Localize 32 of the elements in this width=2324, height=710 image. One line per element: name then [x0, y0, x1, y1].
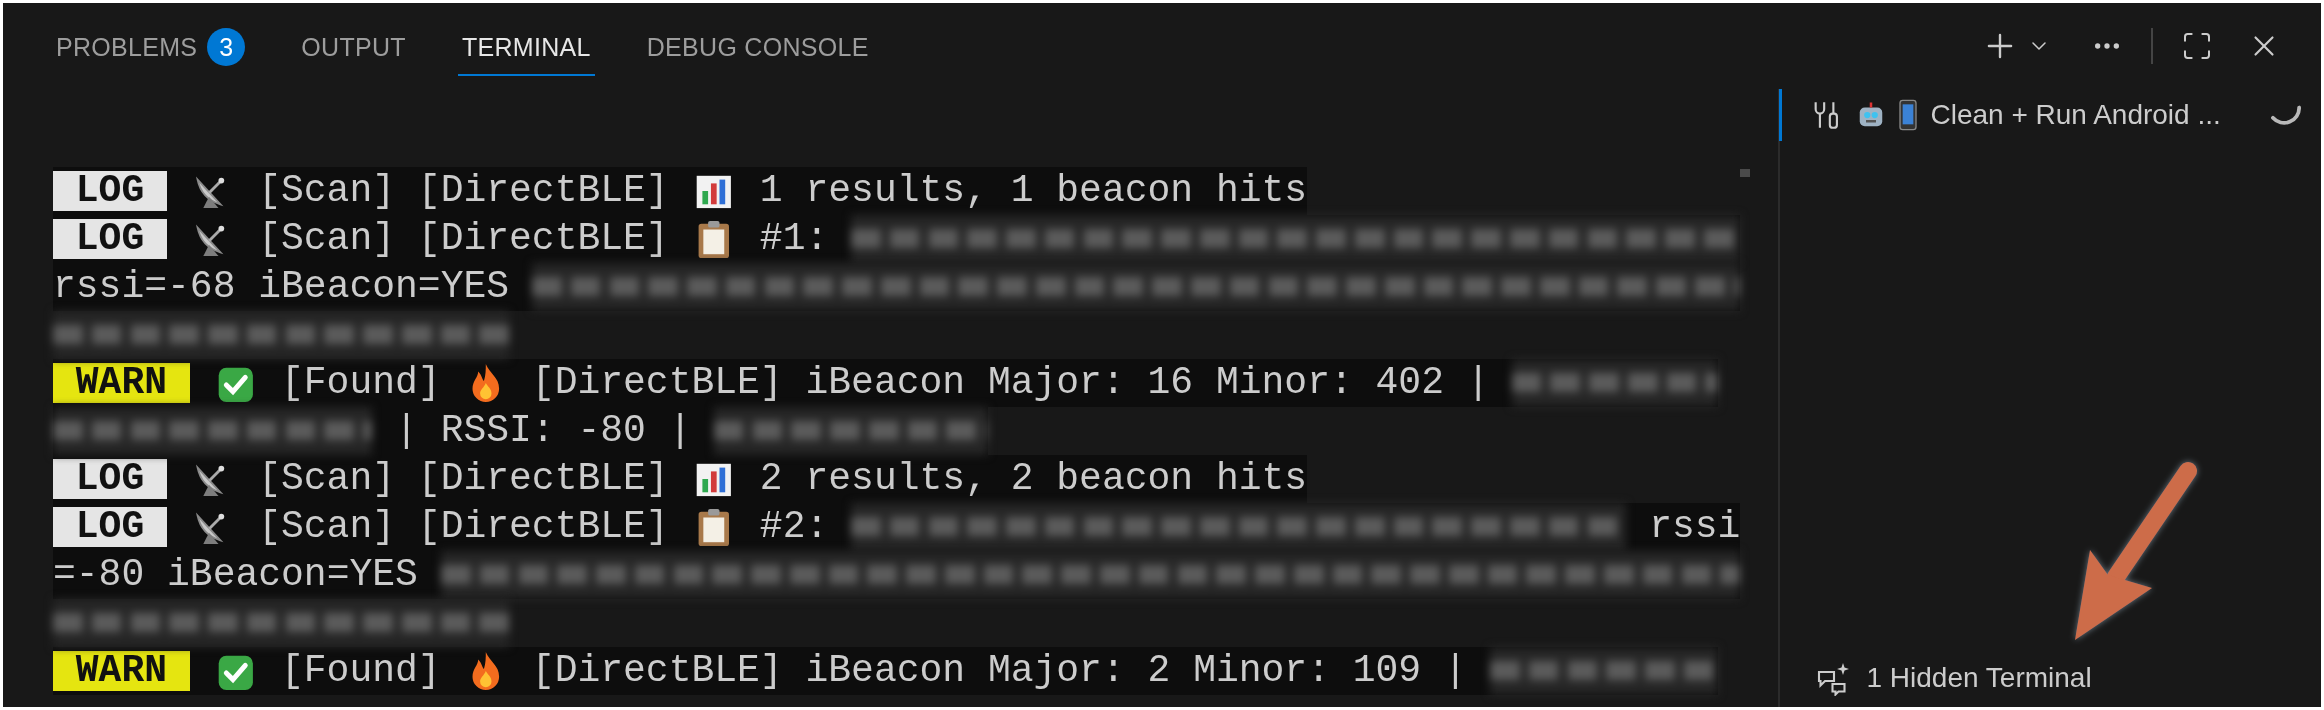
terminal-text: rssi	[1649, 504, 1741, 550]
terminal-text: [Scan] [DirectBLE]	[258, 456, 669, 502]
terminal-text: #2:	[759, 504, 829, 550]
panel-tab[interactable]: DEBUG CONSOLE	[642, 16, 873, 76]
maximize-icon[interactable]	[2181, 30, 2213, 62]
terminal-text: [Found]	[281, 360, 441, 406]
terminal-text: | RSSI: -80 |	[395, 408, 692, 454]
log-level-badge: WARN	[53, 651, 190, 691]
panel-tab[interactable]: OUTPUT	[297, 16, 410, 76]
panel-tab[interactable]: TERMINAL	[457, 16, 595, 76]
count-badge: 3	[207, 28, 246, 66]
terminal-text: [Scan] [DirectBLE]	[258, 168, 669, 214]
terminal-text: [Scan] [DirectBLE]	[258, 216, 669, 262]
hidden-terminals-button[interactable]: 1 Hidden Terminal	[1780, 655, 2321, 701]
log-level-badge: LOG	[53, 459, 167, 499]
terminal-text: 2 results, 2 beacon hits	[759, 456, 1308, 502]
terminal-text: [Found]	[281, 648, 441, 694]
spinner-icon	[2271, 105, 2301, 125]
scrollbar-thumb[interactable]	[1740, 169, 1751, 177]
terminal-text: [DirectBLE] iBeacon Major: 2 Minor: 109 |	[531, 648, 1467, 694]
log-level-badge: LOG	[53, 219, 167, 259]
terminal-text: [Scan] [DirectBLE]	[258, 504, 669, 550]
terminal-text: #1:	[759, 216, 829, 262]
terminal-text: [DirectBLE] iBeacon Major: 16 Minor: 402 |	[531, 360, 1490, 406]
log-level-badge: LOG	[53, 171, 167, 211]
panel-tab[interactable]: PROBLEMS 3	[52, 12, 250, 80]
log-level-badge: LOG	[53, 507, 167, 547]
terminal-text: 1 results, 1 beacon hits	[759, 168, 1308, 214]
terminal-text: =-80 iBeacon=YES	[53, 552, 418, 598]
terminal-text: rssi=-68 iBeacon=YES	[53, 264, 510, 310]
phone-icon	[1898, 99, 1919, 131]
log-level-badge: WARN	[53, 363, 190, 403]
